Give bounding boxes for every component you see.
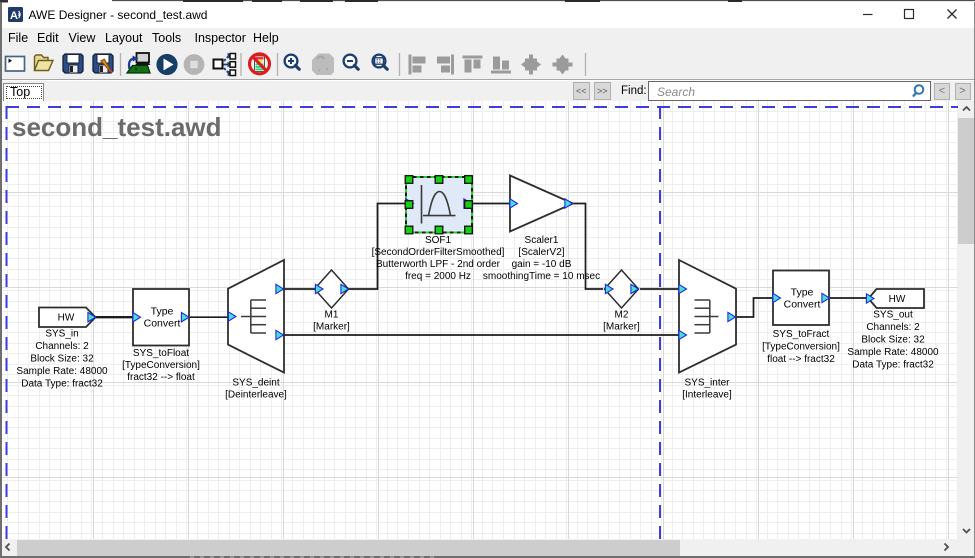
svg-text:Data Type: fract32: Data Type: fract32 (852, 360, 934, 371)
svg-text:[TypeConversion]: [TypeConversion] (122, 360, 200, 371)
svg-text:second_test.awd: second_test.awd (12, 112, 222, 142)
svg-text:SYS_deint: SYS_deint (232, 378, 279, 389)
svg-text:M2: M2 (615, 310, 629, 321)
svg-text:Convert: Convert (144, 318, 181, 330)
svg-text:Block Size: 32: Block Size: 32 (30, 354, 94, 365)
svg-text:fract32 --> float: fract32 --> float (127, 372, 195, 383)
svg-text:Data Type: fract32: Data Type: fract32 (21, 379, 103, 390)
svg-text:[SecondOrderFilterSmoothed]: [SecondOrderFilterSmoothed] (372, 247, 505, 258)
svg-text:[Deinterleave]: [Deinterleave] (225, 390, 287, 401)
svg-text:Type: Type (151, 306, 174, 318)
svg-text:M1: M1 (325, 310, 339, 321)
svg-text:AWE Designer - second_test.awd: AWE Designer - second_test.awd (29, 8, 208, 22)
svg-text:Butterworth LPF - 2nd order: Butterworth LPF - 2nd order (376, 259, 501, 270)
svg-text:Channels: 2: Channels: 2 (35, 341, 89, 352)
svg-text:Sample Rate: 48000: Sample Rate: 48000 (847, 347, 939, 358)
svg-text:Type: Type (791, 287, 814, 299)
svg-text:SYS_out: SYS_out (873, 310, 913, 321)
svg-text:Scaler1: Scaler1 (525, 235, 559, 246)
svg-text:[Marker]: [Marker] (603, 322, 640, 333)
svg-text:SYS_toFract: SYS_toFract (773, 329, 830, 340)
svg-text:Sample Rate: 48000: Sample Rate: 48000 (16, 366, 108, 377)
svg-text:[Marker]: [Marker] (313, 322, 350, 333)
svg-text:HW: HW (58, 313, 75, 324)
svg-text:Block Size: 32: Block Size: 32 (861, 335, 925, 346)
svg-text:SYS_in: SYS_in (45, 329, 78, 340)
svg-text:HW: HW (889, 294, 906, 305)
svg-text:freq = 2000 Hz: freq = 2000 Hz (405, 271, 471, 282)
svg-text:SYS_inter: SYS_inter (684, 378, 730, 389)
svg-text:A: A (10, 10, 18, 22)
svg-text:smoothingTime = 10 msec: smoothingTime = 10 msec (483, 271, 600, 282)
svg-text:[Interleave]: [Interleave] (682, 390, 732, 401)
svg-text:SOF1: SOF1 (425, 235, 452, 246)
svg-text:float --> fract32: float --> fract32 (767, 354, 835, 365)
svg-text:gain = -10 dB: gain = -10 dB (512, 259, 572, 270)
svg-text:[ScalerV2]: [ScalerV2] (518, 247, 564, 258)
svg-text:Convert: Convert (784, 299, 821, 311)
svg-text:SYS_toFloat: SYS_toFloat (133, 348, 189, 359)
svg-text:[TypeConversion]: [TypeConversion] (762, 341, 840, 352)
svg-text:Channels: 2: Channels: 2 (866, 322, 920, 333)
